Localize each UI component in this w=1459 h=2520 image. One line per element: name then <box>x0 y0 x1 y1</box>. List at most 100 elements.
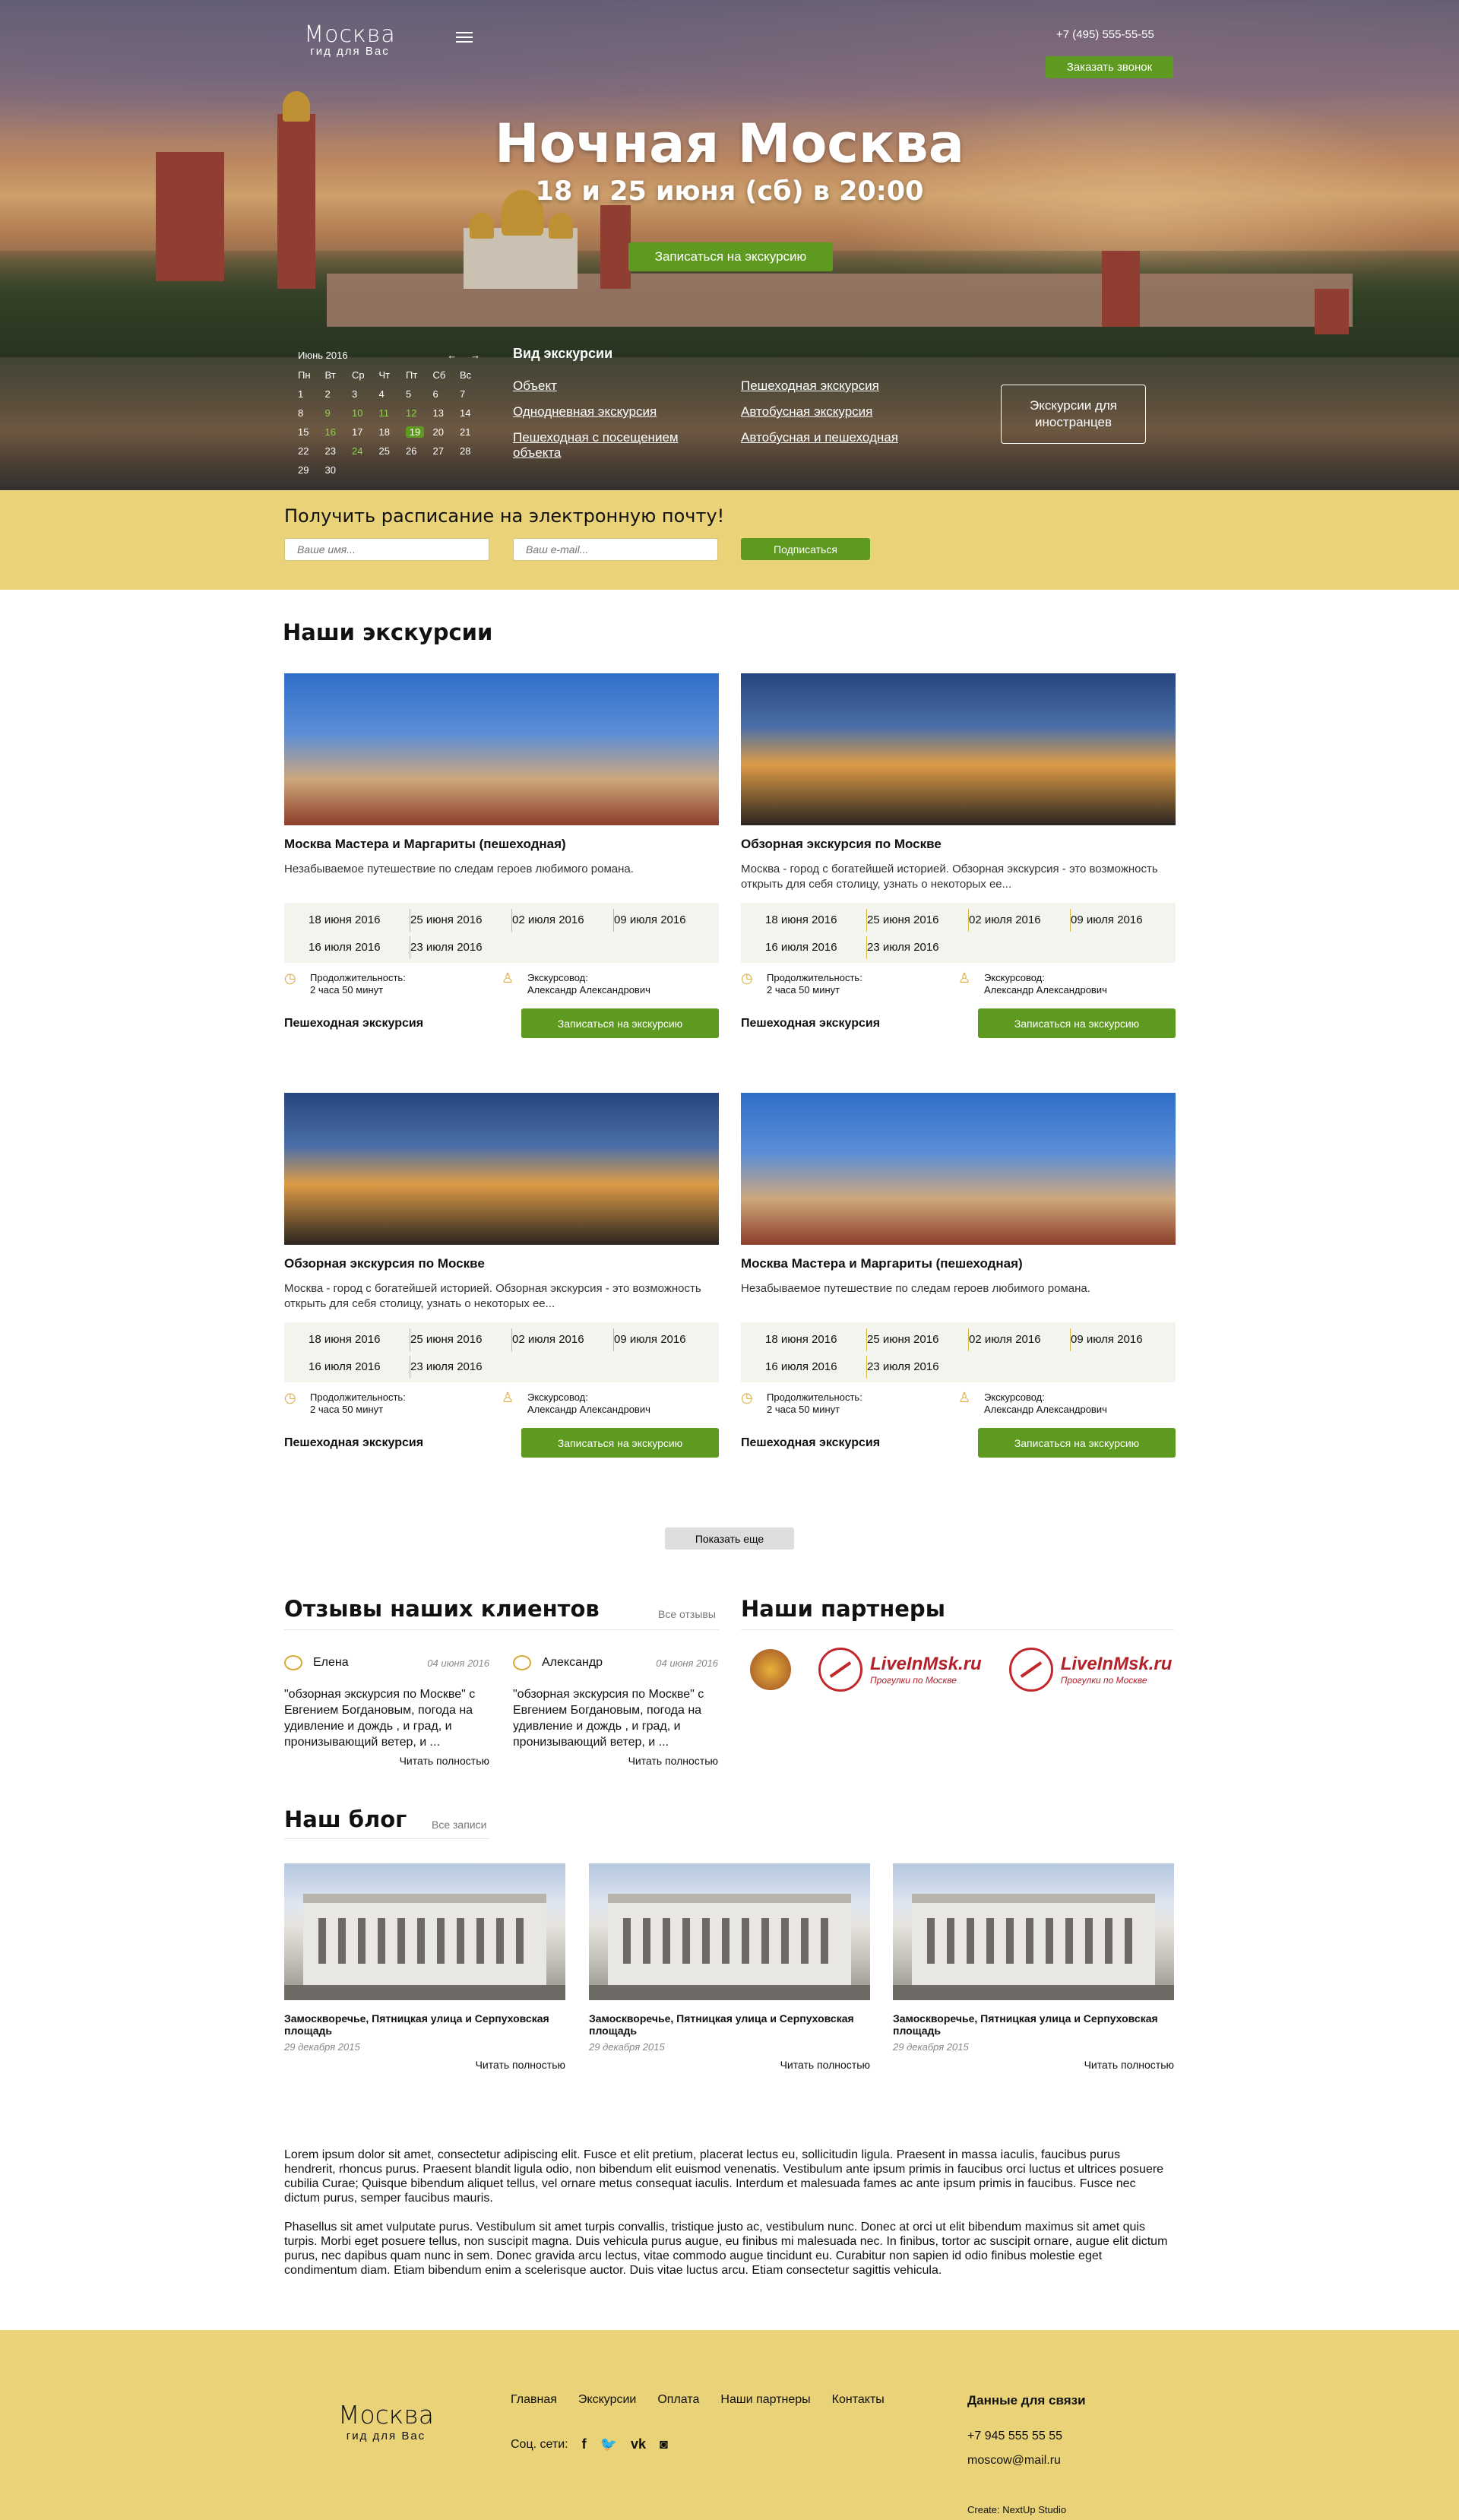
calendar-day[interactable]: 8 <box>298 407 325 419</box>
excursion-title[interactable]: Москва Мастера и Маргариты (пешеходная) <box>284 837 719 852</box>
tour-date[interactable]: 23 июля 2016 <box>410 936 512 959</box>
instagram-icon[interactable]: ◙ <box>660 2436 668 2452</box>
excursion-image[interactable] <box>284 673 719 825</box>
calendar-day[interactable]: 2 <box>325 388 353 400</box>
tour-type-link[interactable]: Однодневная экскурсия <box>513 404 741 419</box>
tour-date[interactable]: 16 июля 2016 <box>309 936 410 959</box>
blog-image[interactable] <box>284 1863 565 2000</box>
excursion-title[interactable]: Обзорная экскурсия по Москве <box>284 1256 719 1271</box>
twitter-icon[interactable]: 🐦 <box>600 2436 617 2452</box>
tour-date[interactable]: 16 июля 2016 <box>765 1355 867 1379</box>
review-read-more-link[interactable]: Читать полностью <box>513 1755 718 1767</box>
excursion-signup-button[interactable]: Записаться на экскурсию <box>978 1008 1176 1038</box>
calendar-day[interactable]: 25 <box>379 445 407 457</box>
all-posts-link[interactable]: Все записи <box>432 1819 486 1831</box>
calendar-day[interactable]: 27 <box>433 445 460 457</box>
calendar-day[interactable]: 20 <box>433 426 460 438</box>
subscribe-button[interactable]: Подписаться <box>741 538 870 560</box>
tour-date[interactable]: 02 июля 2016 <box>969 909 1071 932</box>
calendar-day[interactable]: 6 <box>433 388 460 400</box>
footer-logo[interactable]: Москва гид для Вас <box>338 2400 434 2442</box>
calendar-day[interactable]: 26 <box>406 445 433 457</box>
tour-type-link[interactable]: Автобусная и пешеходная <box>741 430 969 461</box>
excursion-image[interactable] <box>284 1093 719 1245</box>
excursion-signup-button[interactable]: Записаться на экскурсию <box>521 1008 719 1038</box>
calendar-day[interactable]: 28 <box>460 445 487 457</box>
tour-date[interactable]: 02 июля 2016 <box>512 909 614 932</box>
tour-date[interactable]: 09 июля 2016 <box>614 909 716 932</box>
footer-nav-payment[interactable]: Оплата <box>657 2393 699 2407</box>
calendar-prev-icon[interactable]: ← <box>447 350 457 361</box>
tour-type-link[interactable]: Автобусная экскурсия <box>741 404 969 419</box>
calendar-day[interactable]: 11 <box>379 407 407 419</box>
menu-icon[interactable] <box>456 32 473 43</box>
calendar-day[interactable]: 23 <box>325 445 353 457</box>
all-reviews-link[interactable]: Все отзывы <box>658 1608 716 1620</box>
excursion-image[interactable] <box>741 673 1176 825</box>
blog-title[interactable]: Замоскворечье, Пятницкая улица и Серпухо… <box>893 2012 1174 2038</box>
blog-image[interactable] <box>893 1863 1174 2000</box>
excursion-image[interactable] <box>741 1093 1176 1245</box>
calendar-day[interactable]: 30 <box>325 464 353 476</box>
foreign-tours-button[interactable]: Экскурсии для иностранцев <box>1001 385 1146 444</box>
site-logo[interactable]: Москва гид для Вас <box>302 21 397 58</box>
callback-button[interactable]: Заказать звонок <box>1046 56 1173 78</box>
calendar-day[interactable]: 22 <box>298 445 325 457</box>
footer-phone[interactable]: +7 945 555 55 55 <box>967 2430 1086 2443</box>
blog-title[interactable]: Замоскворечье, Пятницкая улица и Серпухо… <box>589 2012 870 2038</box>
hero-signup-button[interactable]: Записаться на экскурсию <box>628 242 833 271</box>
tour-date[interactable]: 18 июня 2016 <box>309 1328 410 1351</box>
blog-read-more-link[interactable]: Читать полностью <box>589 2059 870 2071</box>
header-phone[interactable]: +7 (495) 555-55-55 <box>1056 28 1154 41</box>
calendar-day[interactable]: 21 <box>460 426 487 438</box>
blog-read-more-link[interactable]: Читать полностью <box>284 2059 565 2071</box>
tour-date[interactable]: 16 июля 2016 <box>309 1355 410 1379</box>
calendar-day[interactable]: 15 <box>298 426 325 438</box>
tour-date[interactable]: 16 июля 2016 <box>765 936 867 959</box>
tour-date[interactable]: 09 июля 2016 <box>1071 909 1173 932</box>
blog-read-more-link[interactable]: Читать полностью <box>893 2059 1174 2071</box>
show-more-button[interactable]: Показать еще <box>665 1528 794 1550</box>
subscribe-name-input[interactable] <box>284 538 489 561</box>
calendar-day[interactable]: 10 <box>352 407 379 419</box>
tour-date[interactable]: 23 июля 2016 <box>867 1356 969 1379</box>
partner-logo[interactable]: LiveInMsk.ru Прогулки по Москве <box>818 1648 982 1692</box>
calendar-day[interactable]: 5 <box>406 388 433 400</box>
tour-date[interactable]: 09 июля 2016 <box>1071 1328 1173 1351</box>
excursion-title[interactable]: Обзорная экскурсия по Москве <box>741 837 1176 852</box>
footer-nav-partners[interactable]: Наши партнеры <box>720 2393 810 2407</box>
excursion-signup-button[interactable]: Записаться на экскурсию <box>978 1428 1176 1458</box>
calendar-day[interactable]: 18 <box>379 426 407 438</box>
excursion-title[interactable]: Москва Мастера и Маргариты (пешеходная) <box>741 1256 1176 1271</box>
calendar-day[interactable]: 19 <box>406 426 424 438</box>
footer-nav-excursions[interactable]: Экскурсии <box>578 2393 636 2407</box>
tour-date[interactable]: 18 июня 2016 <box>309 909 410 932</box>
tour-date[interactable]: 18 июня 2016 <box>765 909 867 932</box>
tour-date[interactable]: 25 июня 2016 <box>867 1328 969 1351</box>
calendar-day[interactable]: 16 <box>325 426 353 438</box>
calendar-next-icon[interactable]: → <box>470 350 480 361</box>
calendar-day[interactable]: 24 <box>352 445 379 457</box>
partner-logo[interactable] <box>750 1649 791 1690</box>
footer-nav-contacts[interactable]: Контакты <box>832 2393 885 2407</box>
tour-type-link[interactable]: Пешеходная с посещением объекта <box>513 430 703 461</box>
calendar-day[interactable]: 12 <box>406 407 433 419</box>
vk-icon[interactable]: vk <box>631 2436 646 2452</box>
tour-date[interactable]: 25 июня 2016 <box>410 1328 512 1351</box>
calendar-day[interactable]: 7 <box>460 388 487 400</box>
blog-title[interactable]: Замоскворечье, Пятницкая улица и Серпухо… <box>284 2012 565 2038</box>
calendar-day[interactable]: 29 <box>298 464 325 476</box>
excursion-signup-button[interactable]: Записаться на экскурсию <box>521 1428 719 1458</box>
tour-date[interactable]: 02 июля 2016 <box>969 1328 1071 1351</box>
facebook-icon[interactable]: f <box>582 2436 587 2452</box>
tour-type-link[interactable]: Пешеходная экскурсия <box>741 378 969 394</box>
tour-date[interactable]: 23 июля 2016 <box>410 1356 512 1379</box>
tour-date[interactable]: 25 июня 2016 <box>867 909 969 932</box>
calendar-day[interactable]: 3 <box>352 388 379 400</box>
calendar-day[interactable]: 4 <box>379 388 407 400</box>
calendar-day[interactable]: 13 <box>433 407 460 419</box>
calendar-day[interactable]: 14 <box>460 407 487 419</box>
tour-type-link[interactable]: Объект <box>513 378 741 394</box>
footer-nav-home[interactable]: Главная <box>511 2393 557 2407</box>
tour-date[interactable]: 02 июля 2016 <box>512 1328 614 1351</box>
